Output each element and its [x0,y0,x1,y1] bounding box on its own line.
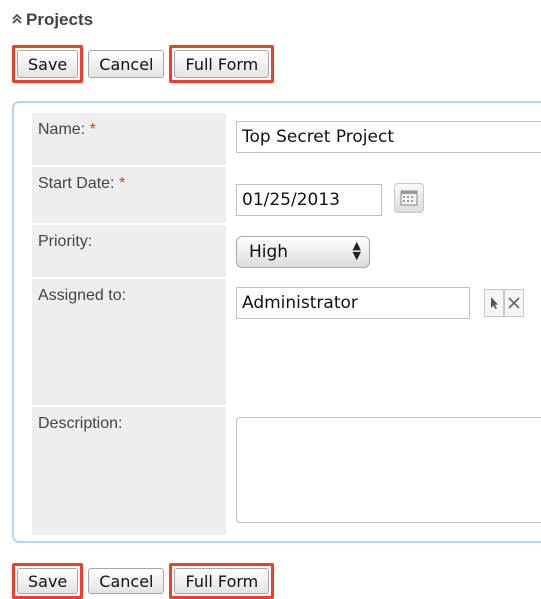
assigned-to-input[interactable]: Administrator [236,287,470,319]
top-toolbar: Save Cancel Full Form [12,45,275,83]
close-x-icon[interactable] [504,289,524,317]
start-date-input[interactable]: 01/25/2013 [236,184,382,216]
name-label-cell: Name: * [32,113,226,165]
page-title: Projects [26,10,94,29]
bottom-toolbar: Save Cancel Full Form [12,563,275,599]
priority-label: Priority: [38,233,93,250]
cancel-button[interactable]: Cancel [88,50,165,78]
description-label-cell: Description: [32,407,226,535]
required-marker: * [89,121,96,138]
double-chevron-up-icon[interactable] [12,13,22,28]
full-form-button[interactable]: Full Form [174,50,270,78]
start-date-label: Start Date: [38,175,115,192]
description-textarea[interactable] [236,417,541,523]
page-header: Projects [12,6,93,34]
quick-create-form: Name: * Top Secret Project Start Date: *… [12,101,541,543]
save-highlight: Save [12,563,84,599]
cancel-button[interactable]: Cancel [88,568,165,594]
priority-selected-value: High [249,242,289,262]
calendar-icon[interactable] [394,183,424,213]
priority-label-cell: Priority: [32,225,226,277]
assigned-to-label: Assigned to: [38,287,127,304]
start-date-label-cell: Start Date: * [32,167,226,223]
full-form-button[interactable]: Full Form [174,568,270,594]
full-form-highlight: Full Form [169,45,275,83]
save-button[interactable]: Save [17,50,79,78]
assigned-to-label-cell: Assigned to: [32,279,226,405]
name-input[interactable]: Top Secret Project [236,121,541,153]
required-marker: * [118,175,126,192]
save-highlight: Save [12,45,84,83]
full-form-highlight: Full Form [169,563,275,599]
up-down-arrows-icon: ▲ ▼ [352,239,361,262]
arrow-cursor-icon[interactable] [484,289,504,317]
description-label: Description: [38,415,123,432]
name-label: Name: [38,121,86,138]
save-button[interactable]: Save [17,568,79,594]
priority-select[interactable]: High ▲ ▼ [236,236,370,268]
